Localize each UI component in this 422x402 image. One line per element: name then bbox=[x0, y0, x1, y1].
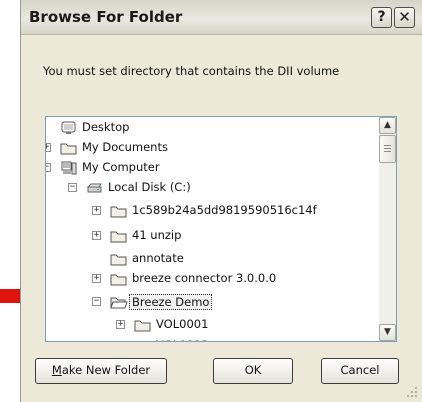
ok-button[interactable]: OK bbox=[213, 358, 293, 384]
tree-item[interactable]: − My Computer bbox=[46, 159, 376, 177]
cancel-button[interactable]: Cancel bbox=[321, 358, 399, 384]
make-new-folder-button[interactable]: Make New Folder bbox=[35, 358, 167, 384]
folder-tree[interactable]: Desktop+My Documents−My Computer−Local D… bbox=[45, 116, 397, 342]
folder-icon bbox=[60, 140, 78, 155]
help-button[interactable]: ? bbox=[371, 7, 392, 28]
scroll-down-button[interactable]: ▼ bbox=[379, 324, 396, 341]
desktop-icon bbox=[60, 120, 78, 134]
tree-item-label: breeze connector 3.0.0.0 bbox=[132, 271, 277, 285]
tree-item-label: My Documents bbox=[82, 140, 168, 154]
tree-item-label: Breeze Demo bbox=[129, 294, 213, 310]
folder-icon bbox=[134, 338, 152, 341]
title-bar: Browse For Folder ? ✕ bbox=[21, 0, 422, 35]
vertical-scrollbar[interactable]: ▲ ▼ bbox=[379, 117, 396, 341]
tree-item[interactable]: − Breeze Demo bbox=[46, 293, 376, 311]
collapse-toggle[interactable]: − bbox=[46, 163, 51, 172]
browse-for-folder-dialog: Browse For Folder ? ✕ You must set direc… bbox=[20, 0, 422, 402]
dialog-title: Browse For Folder bbox=[29, 8, 183, 26]
expand-toggle[interactable]: + bbox=[116, 320, 125, 329]
folder-open-icon bbox=[110, 294, 128, 309]
collapse-toggle[interactable]: − bbox=[68, 183, 77, 192]
folder-icon bbox=[110, 228, 128, 243]
tree-item-label: Local Disk (C:) bbox=[108, 180, 191, 194]
drive-icon bbox=[86, 180, 104, 194]
tree-item-label: 1c589b24a5dd9819590516c14f bbox=[132, 203, 317, 217]
computer-icon bbox=[60, 160, 78, 175]
close-button[interactable]: ✕ bbox=[394, 7, 415, 28]
resize-grip[interactable] bbox=[406, 386, 418, 398]
tree-item-label: annotate bbox=[132, 251, 184, 265]
tree-item[interactable]: + VOL0001 bbox=[46, 316, 376, 334]
tree-item[interactable]: + My Documents bbox=[46, 139, 376, 157]
make-new-folder-label: ake New Folder bbox=[61, 363, 151, 377]
tree-item[interactable]: annotate bbox=[46, 250, 376, 268]
expand-toggle[interactable]: + bbox=[92, 274, 101, 283]
tree-item-label: Desktop bbox=[82, 120, 130, 134]
tree-item-label: 41 unzip bbox=[132, 228, 182, 242]
folder-icon bbox=[134, 317, 152, 332]
tree-item[interactable]: + breeze connector 3.0.0.0 bbox=[46, 270, 376, 288]
tree-item[interactable]: Desktop bbox=[46, 119, 376, 137]
tree-item[interactable]: − Local Disk (C:) bbox=[46, 179, 376, 197]
folder-icon bbox=[110, 203, 128, 218]
mnemonic-m: M bbox=[51, 363, 62, 377]
scroll-thumb[interactable] bbox=[379, 135, 396, 163]
tree-item-label: VOL0001 bbox=[156, 317, 209, 331]
folder-icon bbox=[110, 251, 128, 266]
expand-toggle[interactable]: + bbox=[92, 231, 101, 240]
tree-item[interactable]: +41 unzip bbox=[46, 227, 376, 245]
tree-item-label: My Computer bbox=[82, 160, 160, 174]
expand-toggle[interactable]: + bbox=[118, 341, 123, 342]
expand-toggle[interactable]: + bbox=[46, 143, 51, 152]
tree-item[interactable]: + VOL0002 bbox=[46, 337, 376, 342]
tree-item[interactable]: +1c589b24a5dd9819590516c14f bbox=[46, 202, 376, 220]
expand-toggle[interactable]: + bbox=[92, 206, 101, 215]
instruction-text: You must set directory that contains the… bbox=[43, 64, 340, 78]
folder-icon bbox=[110, 271, 128, 286]
scroll-up-button[interactable]: ▲ bbox=[379, 117, 396, 134]
tree-item-label: VOL0002 bbox=[156, 338, 208, 341]
collapse-toggle[interactable]: − bbox=[92, 297, 101, 306]
